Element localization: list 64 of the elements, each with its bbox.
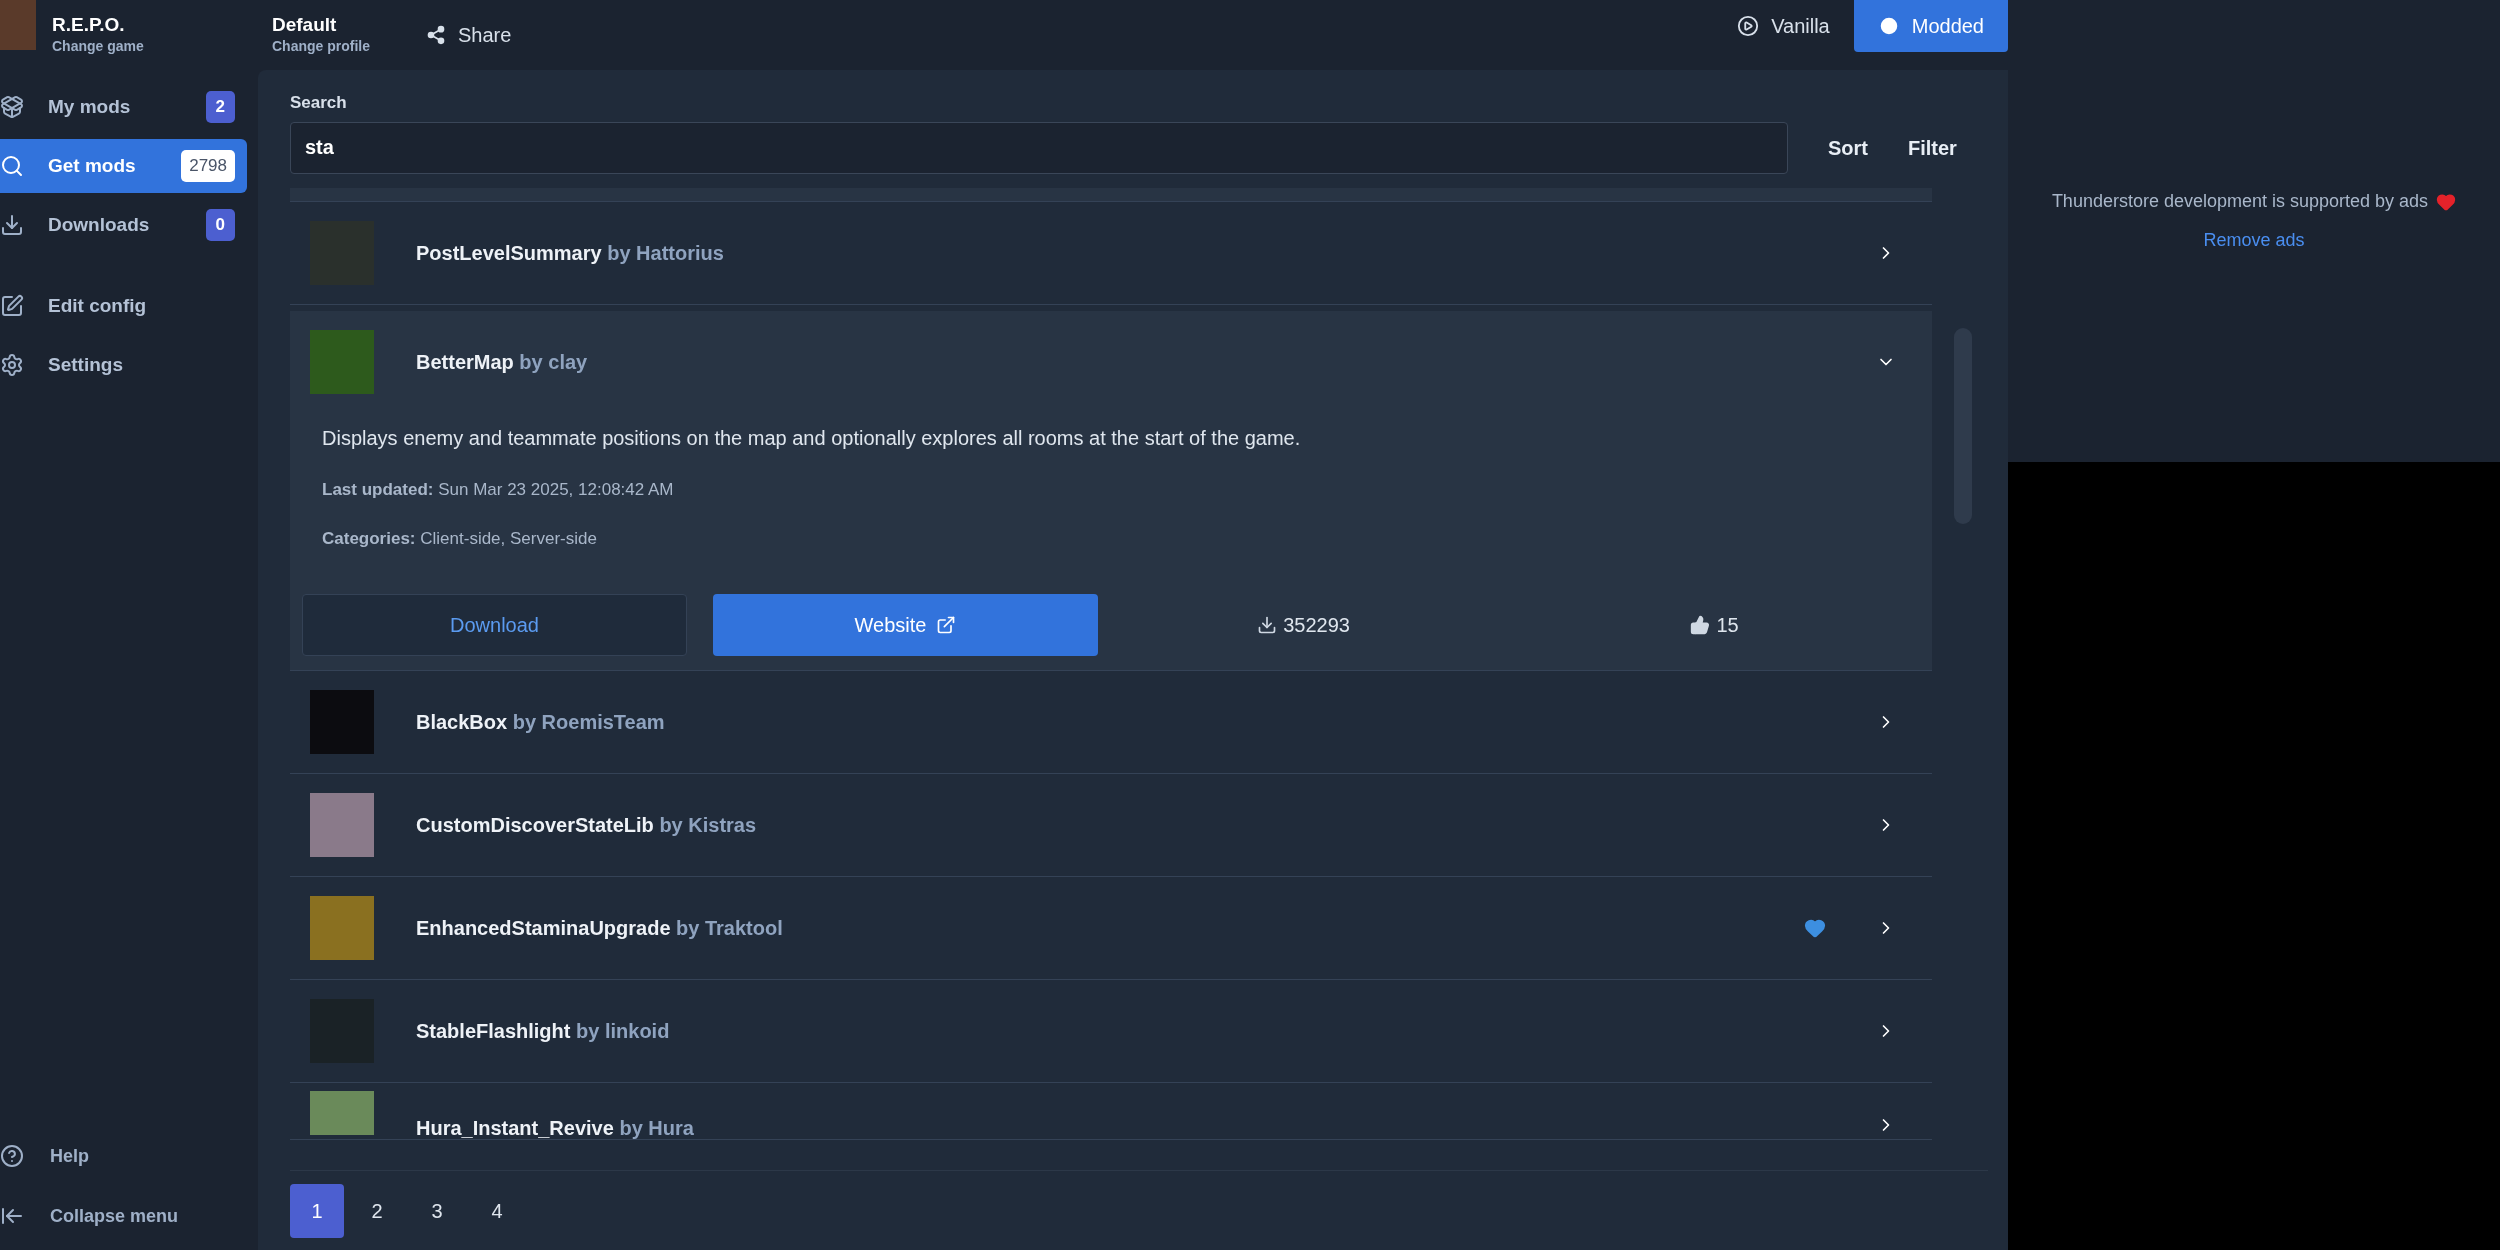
- thumbnail-placeholder: [310, 1090, 374, 1135]
- thumbnail-placeholder: [310, 329, 374, 394]
- change-game-link[interactable]: Change game: [52, 36, 272, 58]
- remove-ads-link[interactable]: Remove ads: [2203, 227, 2305, 254]
- ad-notice: Thunderstore development is supported by ads: [2051, 190, 2429, 213]
- filter-button[interactable]: Filter: [1908, 132, 1957, 163]
- game-title: R.E.P.O.: [52, 12, 126, 37]
- mod-row[interactable]: PostLevelSummary by Hattorius: [290, 201, 1932, 305]
- page-button[interactable]: 4: [470, 1183, 524, 1238]
- mod-detail: Last updated: Sun Mar 23 2025, 12:08:42 AM: [322, 478, 675, 501]
- search-icon: [0, 154, 24, 178]
- sidebar-item[interactable]: Get mods 2798: [0, 139, 247, 193]
- external-link-icon: [936, 614, 957, 635]
- mod-title: CustomDiscoverStateLib by Kistras: [416, 812, 758, 838]
- download-icon: [1257, 614, 1278, 635]
- help-icon: [0, 1144, 24, 1168]
- download-count: 352293: [1283, 612, 1350, 638]
- mod-row[interactable]: Hura_Instant_Revive by Hura: [290, 1082, 1932, 1140]
- mod-description: Displays enemy and teammate positions on the map and optionally explores all rooms at the start of the game.: [322, 425, 1302, 451]
- thumbnail-placeholder: [310, 895, 374, 960]
- box-icon: [0, 95, 24, 119]
- sidebar-item[interactable]: Help: [0, 1130, 258, 1182]
- mod-title: BetterMap by clay: [416, 349, 589, 375]
- sidebar-item[interactable]: Downloads 0: [0, 198, 247, 252]
- heart-icon: [2436, 191, 2457, 212]
- settings-icon: [0, 353, 24, 377]
- mode-button[interactable]: Modded: [1853, 0, 2008, 52]
- mod-title: EnhancedStaminaUpgrade by Traktool: [416, 915, 784, 941]
- mode-button[interactable]: Vanilla: [1713, 0, 1854, 52]
- game-thumbnail[interactable]: [0, 0, 36, 50]
- edit-icon: [0, 294, 24, 318]
- change-profile-link[interactable]: Change profile: [272, 36, 422, 58]
- search-label: Search: [290, 92, 348, 114]
- sort-button[interactable]: Sort: [1828, 132, 1868, 163]
- page-button[interactable]: 1: [290, 1183, 344, 1238]
- sidebar-item[interactable]: Collapse menu: [0, 1190, 258, 1242]
- thumbnail-placeholder: [310, 792, 374, 857]
- mod-row[interactable]: BlackBox by RoemisTeam: [290, 670, 1932, 774]
- download-icon: [0, 213, 24, 237]
- count-badge: 2798: [181, 150, 235, 182]
- sidebar-item[interactable]: Settings: [0, 338, 247, 392]
- mod-row[interactable]: CustomDiscoverStateLib by Kistras: [290, 773, 1932, 877]
- mod-title: BlackBox by RoemisTeam: [416, 709, 666, 735]
- page-button[interactable]: 2: [350, 1183, 404, 1238]
- profile-title: Default: [272, 12, 338, 37]
- mod-title: Hura_Instant_Revive by Hura: [416, 1115, 695, 1141]
- like-count: 15: [1716, 612, 1739, 638]
- mod-title: StableFlashlight by linkoid: [416, 1018, 671, 1044]
- mod-row[interactable]: EnhancedStaminaUpgrade by Traktool: [290, 876, 1932, 980]
- sidebar-item[interactable]: My mods 2: [0, 80, 247, 134]
- mod-row[interactable]: StableFlashlight by linkoid: [290, 979, 1932, 1083]
- share-icon: [426, 25, 446, 45]
- mod-title: PostLevelSummary by Hattorius: [416, 240, 725, 266]
- count-badge: 0: [205, 209, 235, 241]
- sidebar-item[interactable]: Edit config: [0, 279, 247, 333]
- share-button[interactable]: Share: [422, 20, 516, 50]
- download-button[interactable]: Download: [302, 593, 688, 656]
- website-button[interactable]: Website: [713, 593, 1099, 656]
- count-badge: 2: [205, 91, 235, 123]
- thumbs-up-icon: [1690, 614, 1711, 635]
- search-field[interactable]: sta: [290, 121, 1788, 174]
- mod-detail: Categories: Client-side, Server-side: [322, 528, 598, 550]
- page-button[interactable]: 3: [410, 1183, 464, 1238]
- thumbnail-placeholder: [310, 689, 374, 754]
